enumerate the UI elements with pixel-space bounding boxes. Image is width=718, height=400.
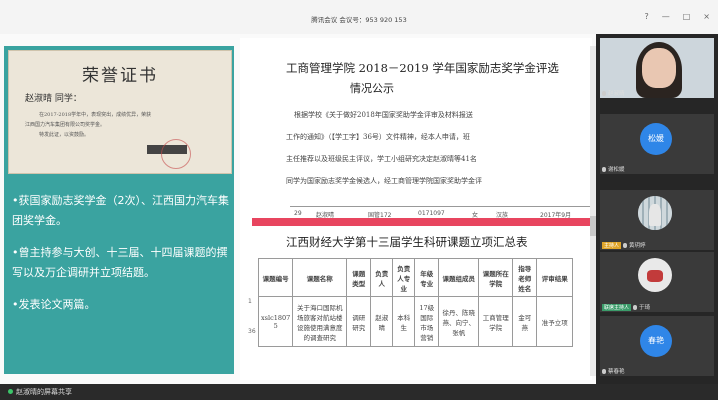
table-header: 指导老师姓名 (512, 258, 538, 297)
participants-panel: 赵淑晴 松媛 谢松媛 主持人 黄玥婷 联席主持人 于琦 春艳 蔡春艳 (596, 34, 718, 384)
table-header: 评审结果 (536, 258, 574, 297)
document-view: 工商管理学院 2018－2019 学年国家励志奖学金评选 情况公示 根据学校《关… (240, 38, 598, 380)
achievement-list: •获国家励志奖学金（2次）、江西国力汽车集团奖学金。 •曾主持参与大创、十三届、… (12, 191, 232, 327)
window-controls: ? — □ × (644, 12, 710, 21)
row-number: 36 (248, 328, 256, 335)
title-bar: 腾讯会议 会议号：953 920 153 ? — □ × (0, 0, 718, 34)
document-paragraph-line: 主任推荐以及班级民主评议，学工小组研究决定赵淑晴等41名 (286, 155, 477, 163)
minimize-button[interactable]: — (662, 12, 670, 21)
table-header: 负责人 (370, 258, 394, 297)
project-table: 课题编号 课题名称 课题类型 负责人 负责人专业 年级专业 课题组成员 课题所在… (257, 258, 574, 347)
participant-name: 于琦 (639, 305, 651, 311)
meeting-id[interactable]: 腾讯会议 会议号：953 920 153 (0, 14, 718, 24)
mic-icon (602, 91, 606, 96)
participant-label: 联席主持人 于琦 (602, 303, 650, 311)
achievement-item: •发表论文两篇。 (12, 298, 96, 311)
participant-avatar-photo (638, 258, 672, 292)
presentation-slide: 荣誉证书 赵淑晴 同学： 在2017-2018学年中，表现突出，成绩优异，荣获 … (4, 46, 234, 374)
certificate-recipient: 赵淑晴 同学： (25, 94, 82, 104)
table-cell: xslc1807 5 (257, 296, 294, 347)
participant-name: 赵淑晴 (608, 91, 625, 97)
document-subtitle: 情况公示 (350, 82, 394, 95)
participant-name: 蔡春艳 (608, 369, 625, 375)
participant-avatar: 春艳 (640, 325, 672, 357)
table-cell: 金可燕 (512, 296, 538, 347)
table-header: 年级专业 (414, 258, 440, 297)
mic-icon (602, 369, 606, 374)
participant-label: 赵淑晴 (602, 89, 625, 97)
participant-face (642, 48, 676, 88)
participant-name: 谢松媛 (608, 167, 625, 173)
table-cell: 准予立项 (536, 296, 574, 347)
row-cell: 0171097 (418, 210, 445, 217)
row-cell: 29 (294, 210, 302, 217)
screen-share-label: 赵淑晴的屏幕共享 (16, 388, 72, 396)
participant-label: 蔡春艳 (602, 367, 625, 375)
certificate-line: 特发此证，以资鼓励。 (39, 132, 90, 138)
participant-tile-video[interactable]: 赵淑晴 (600, 38, 714, 98)
achievement-item: •获国家励志奖学金（2次）、江西国力汽车集团奖学金。 (12, 194, 229, 227)
table-header: 课题组成员 (438, 258, 480, 297)
honor-certificate-image: 荣誉证书 赵淑晴 同学： 在2017-2018学年中，表现突出，成绩优异，荣获 … (8, 50, 232, 174)
meeting-window: 腾讯会议 会议号：953 920 153 ? — □ × 荣誉证书 赵淑晴 同学… (0, 0, 718, 400)
mic-icon (602, 167, 606, 172)
table-cell: 工商管理学院 (478, 296, 514, 347)
participant-label: 主持人 黄玥婷 (602, 241, 646, 249)
table-cell: 调研研究 (346, 296, 372, 347)
participant-tile[interactable]: 联席主持人 于琦 (600, 252, 714, 312)
table-header: 负责人专业 (392, 258, 416, 297)
annotation-highlight-bar (252, 218, 598, 226)
host-tag: 主持人 (602, 242, 622, 249)
certificate-line: 江西国力汽车集团有限公司奖学金。 (25, 122, 106, 128)
document-paragraph-line: 根据学校《关于做好2018年国家奖助学金评审及材料报送 (294, 111, 473, 119)
participant-tile[interactable]: 松媛 谢松媛 (600, 114, 714, 174)
certificate-title: 荣誉证书 (82, 66, 158, 86)
shared-screen: 荣誉证书 赵淑晴 同学： 在2017-2018学年中，表现突出，成绩优异，荣获 … (0, 34, 598, 384)
table-cell: 本科生 (392, 296, 416, 347)
table-header: 课题名称 (292, 258, 348, 297)
mic-icon (623, 243, 628, 248)
screen-share-status-bar[interactable]: 赵淑晴的屏幕共享 (0, 384, 718, 400)
cohost-tag: 联席主持人 (602, 304, 632, 311)
photo-figure (649, 204, 661, 226)
table-cell: 关于海口国际机场旅客对航站楼设施使用满意度的调查研究 (292, 296, 348, 347)
table-cell: 赵淑晴 (370, 296, 394, 347)
participant-avatar-photo (638, 196, 672, 230)
certificate-stamp-icon (161, 139, 191, 169)
table-header: 课题所在学院 (478, 258, 514, 297)
table-row: xslc1807 5 关于海口国际机场旅客对航站楼设施使用满意度的调查研究 调研… (257, 296, 574, 347)
table-cell: 17级国际市场营销 (414, 296, 440, 347)
participant-avatar: 松媛 (640, 123, 672, 155)
document-paragraph-line: 工作的通知》（【学工字】36号）文件精神，经本人申请，班 (286, 133, 470, 141)
maximize-button[interactable]: □ (683, 12, 691, 21)
table-header: 课题类型 (346, 258, 372, 297)
close-button[interactable]: × (703, 12, 710, 21)
achievement-item: •曾主持参与大创、十三届、十四届课题的撰写以及万企调研并立项结题。 (12, 246, 228, 279)
mic-icon (633, 305, 638, 310)
screen-share-status: 赵淑晴的屏幕共享 (8, 387, 72, 397)
table-header-row: 课题编号 课题名称 课题类型 负责人 负责人专业 年级专业 课题组成员 课题所在… (257, 258, 574, 297)
document-title: 工商管理学院 2018－2019 学年国家励志奖学金评选 (286, 61, 559, 75)
participant-tile[interactable]: 主持人 黄玥婷 (600, 190, 714, 250)
participant-name: 黄玥婷 (629, 243, 646, 249)
participant-label: 谢松媛 (602, 165, 625, 173)
sharing-indicator-icon (8, 389, 13, 394)
help-icon[interactable]: ? (644, 12, 648, 21)
photo-figure (647, 270, 663, 282)
table-cell: 徐丹、陈晓燕、向宁、张帆 (438, 296, 480, 347)
table-title: 江西财经大学第十三届学生科研课题立项汇总表 (286, 235, 528, 249)
table-header: 课题编号 (257, 258, 294, 297)
certificate-line: 在2017-2018学年中，表现突出，成绩优异，荣获 (39, 112, 152, 118)
document-paragraph-line: 同学为国家励志奖学金候选人，经工商管理学院国家奖助学金评 (286, 177, 482, 185)
participant-tile[interactable]: 春艳 蔡春艳 (600, 316, 714, 376)
row-number: 1 (248, 298, 252, 305)
